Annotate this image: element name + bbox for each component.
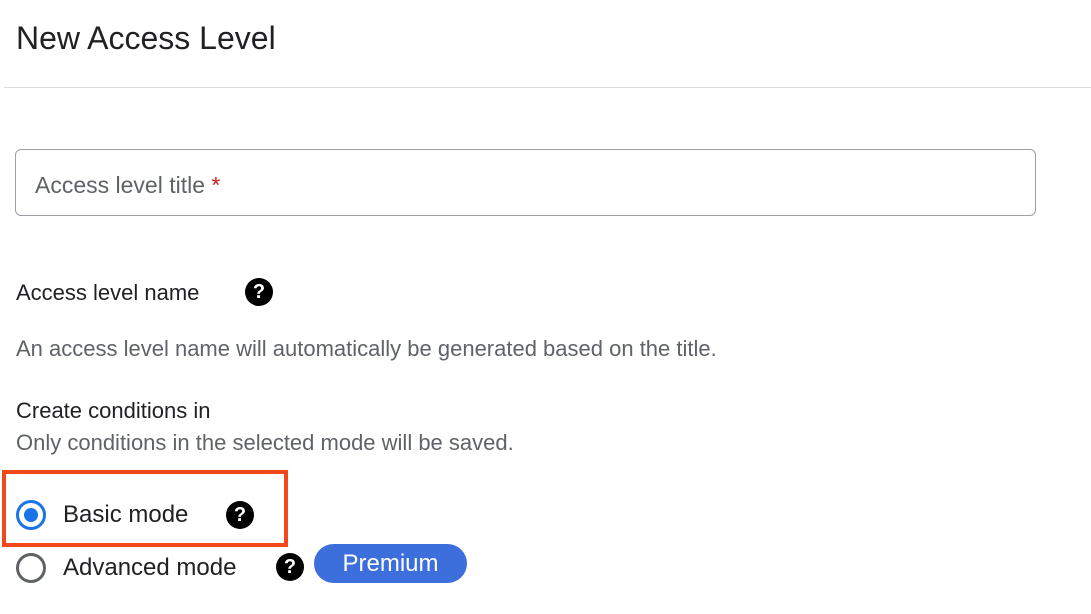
- new-access-level-page: New Access Level Access level title * Ac…: [0, 0, 1091, 614]
- radio-selected-dot: [24, 508, 38, 522]
- access-level-name-description: An access level name will automatically …: [16, 336, 717, 361]
- basic-mode-label[interactable]: Basic mode: [63, 500, 188, 530]
- help-circle-icon[interactable]: ?: [226, 501, 254, 529]
- access-level-name-label: Access level name: [16, 280, 200, 305]
- access-level-title-input[interactable]: Access level title *: [15, 149, 1036, 216]
- required-marker: *: [211, 172, 221, 198]
- title-input-placeholder: Access level title *: [35, 172, 221, 198]
- advanced-mode-radio[interactable]: [16, 553, 46, 583]
- help-circle-icon[interactable]: ?: [276, 553, 304, 581]
- basic-mode-radio[interactable]: [16, 500, 46, 530]
- advanced-mode-label[interactable]: Advanced mode: [63, 553, 236, 583]
- premium-badge: Premium: [314, 544, 467, 583]
- page-title: New Access Level: [16, 20, 276, 56]
- help-circle-icon[interactable]: ?: [245, 278, 273, 306]
- create-conditions-label: Create conditions in: [16, 398, 211, 423]
- create-conditions-description: Only conditions in the selected mode wil…: [16, 430, 514, 455]
- header-divider: [4, 87, 1091, 88]
